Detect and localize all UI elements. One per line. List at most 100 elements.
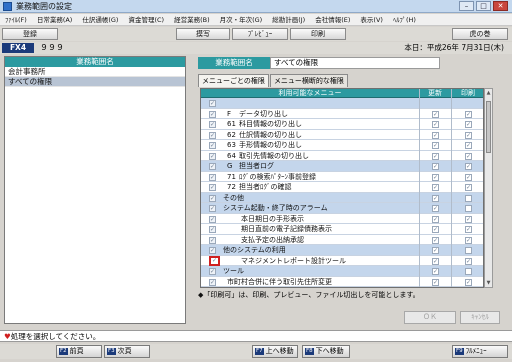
print-checkbox[interactable] bbox=[465, 205, 472, 212]
preview-button[interactable]: ﾌﾟﾚﾋﾞｭｰ bbox=[232, 28, 288, 40]
row-enable-checkbox[interactable]: ✓ bbox=[209, 278, 216, 286]
update-checkbox[interactable]: ✓ bbox=[432, 226, 439, 233]
print-checkbox[interactable]: ✓ bbox=[465, 121, 472, 128]
fkey-next-page[interactable]: F3 次頁 bbox=[104, 345, 150, 358]
print-checkbox[interactable]: ✓ bbox=[465, 131, 472, 139]
print-checkbox[interactable]: ✓ bbox=[465, 163, 472, 170]
menu-monthly[interactable]: 月次・年次(G) bbox=[215, 14, 268, 25]
print-checkbox[interactable] bbox=[465, 268, 472, 275]
permission-row[interactable]: ✓ 市町村合併に伴う取引先住所変更 ✓ ✓ bbox=[201, 276, 483, 287]
update-checkbox[interactable]: ✓ bbox=[432, 173, 439, 181]
grid-scrollbar[interactable]: ▲ ▼ bbox=[484, 88, 493, 288]
row-enable-checkbox[interactable]: ✓ bbox=[209, 236, 216, 244]
row-enable-checkbox[interactable]: ✓ bbox=[209, 110, 216, 118]
row-enable-checkbox[interactable]: ✓ bbox=[209, 255, 220, 266]
scope-item-all-permissions[interactable]: すべての権限 bbox=[5, 77, 185, 87]
print-button[interactable]: 印刷 bbox=[290, 28, 346, 40]
print-checkbox[interactable]: ✓ bbox=[465, 152, 472, 160]
fkey-full-menu[interactable]: F9 ﾌﾙﾒﾆｭｰ bbox=[452, 345, 508, 358]
row-enable-checkbox[interactable]: ✓ bbox=[209, 142, 216, 149]
menu-file[interactable]: ﾌｧｲﾙ(F) bbox=[0, 14, 32, 25]
print-checkbox[interactable]: ✓ bbox=[465, 215, 472, 223]
fkey-prev-page[interactable]: F2 前頁 bbox=[56, 345, 102, 358]
update-checkbox[interactable]: ✓ bbox=[432, 121, 439, 128]
permission-row[interactable]: ✓ その他 ✓ bbox=[201, 192, 483, 203]
row-enable-checkbox[interactable]: ✓ bbox=[209, 100, 216, 107]
row-enable-checkbox[interactable]: ✓ bbox=[209, 184, 216, 191]
menu-daily[interactable]: 日常業務(A) bbox=[32, 14, 78, 25]
row-enable-checkbox[interactable]: ✓ bbox=[209, 205, 216, 212]
permission-row[interactable]: ✓ システム起動・終了時のアラーム ✓ bbox=[201, 203, 483, 214]
transfer-button[interactable]: 摸写 bbox=[176, 28, 230, 40]
print-checkbox[interactable]: ✓ bbox=[465, 173, 472, 181]
row-enable-checkbox[interactable]: ✓ bbox=[209, 194, 216, 202]
scroll-thumb[interactable] bbox=[486, 101, 491, 153]
row-enable-checkbox[interactable]: ✓ bbox=[209, 152, 216, 160]
print-checkbox[interactable]: ✓ bbox=[465, 226, 472, 233]
update-checkbox[interactable]: ✓ bbox=[432, 268, 439, 275]
row-enable-checkbox[interactable]: ✓ bbox=[209, 268, 216, 275]
cancel-button[interactable]: ｷｬﾝｾﾙ bbox=[460, 311, 500, 324]
tab-menu-permissions[interactable]: メニューごとの権限 bbox=[198, 74, 269, 87]
close-button[interactable]: ✕ bbox=[493, 1, 508, 11]
permission-row[interactable]: ✓ F データ切り出し ✓ ✓ bbox=[201, 108, 483, 119]
print-checkbox[interactable]: ✓ bbox=[465, 142, 472, 149]
register-button[interactable]: 登録 bbox=[2, 28, 58, 40]
print-checkbox[interactable] bbox=[465, 194, 472, 202]
scope-name-field[interactable]: すべての権限 bbox=[270, 57, 440, 69]
print-checkbox[interactable] bbox=[465, 247, 472, 254]
permission-row[interactable]: ✓ 支払予定の出納承認 ✓ ✓ bbox=[201, 234, 483, 245]
menu-plan[interactable]: 総勘計画(J) bbox=[267, 14, 310, 25]
update-checkbox[interactable]: ✓ bbox=[432, 205, 439, 212]
permission-row[interactable]: ✓ 本日期日の手形表示 ✓ ✓ bbox=[201, 213, 483, 224]
scope-item-accounting-office[interactable]: 会計事務所 bbox=[5, 67, 185, 77]
update-checkbox[interactable]: ✓ bbox=[432, 236, 439, 244]
permission-row[interactable]: ✓ 期日直前の電子記録債務表示 ✓ ✓ bbox=[201, 224, 483, 235]
update-checkbox[interactable]: ✓ bbox=[432, 163, 439, 170]
permission-row[interactable]: ✓ 72 担当者ﾛｸﾞの確認 ✓ ✓ bbox=[201, 182, 483, 193]
row-enable-checkbox[interactable]: ✓ bbox=[209, 247, 216, 254]
print-checkbox[interactable]: ✓ bbox=[465, 278, 472, 286]
permission-row[interactable]: ✓ 他のシステムの利用 ✓ bbox=[201, 245, 483, 256]
print-checkbox[interactable]: ✓ bbox=[465, 257, 472, 265]
update-checkbox[interactable]: ✓ bbox=[432, 194, 439, 202]
tiger-scroll-button[interactable]: 虎の巻 bbox=[452, 28, 508, 40]
minimize-button[interactable]: – bbox=[459, 1, 474, 11]
fkey-move-up[interactable]: F7 上へ移動 bbox=[252, 345, 298, 358]
scroll-up-icon[interactable]: ▲ bbox=[485, 89, 492, 97]
row-enable-checkbox[interactable]: ✓ bbox=[209, 131, 216, 139]
permission-row[interactable]: ✓ 61 科目情報の切り出し ✓ ✓ bbox=[201, 119, 483, 130]
ok-button[interactable]: ＯＫ bbox=[404, 311, 456, 324]
permission-row[interactable]: ✓ ツール ✓ bbox=[201, 266, 483, 277]
update-checkbox[interactable]: ✓ bbox=[432, 110, 439, 118]
menu-help[interactable]: ﾍﾙﾌﾟ(H) bbox=[388, 14, 421, 25]
update-checkbox[interactable]: ✓ bbox=[432, 152, 439, 160]
update-checkbox[interactable]: ✓ bbox=[432, 142, 439, 149]
menu-journal[interactable]: 仕訳通帳(G) bbox=[77, 14, 123, 25]
permission-row[interactable]: ✓ 71 ﾛｸﾞの検索ﾊﾟﾀｰﾝ事前登録 ✓ ✓ bbox=[201, 171, 483, 182]
permission-row[interactable]: ✓ 63 手形情報の切り出し ✓ ✓ bbox=[201, 140, 483, 151]
menu-management[interactable]: 経営業務(B) bbox=[169, 14, 215, 25]
menu-company[interactable]: 会社情報(E) bbox=[310, 14, 355, 25]
update-checkbox[interactable]: ✓ bbox=[432, 257, 439, 265]
row-enable-checkbox[interactable]: ✓ bbox=[209, 121, 216, 128]
print-checkbox[interactable]: ✓ bbox=[465, 184, 472, 191]
permission-row[interactable]: ✓ bbox=[201, 98, 483, 109]
update-checkbox[interactable]: ✓ bbox=[432, 184, 439, 191]
row-enable-checkbox[interactable]: ✓ bbox=[209, 215, 216, 223]
update-checkbox[interactable]: ✓ bbox=[432, 247, 439, 254]
update-checkbox[interactable]: ✓ bbox=[432, 215, 439, 223]
permission-row[interactable]: ✓ G 担当者ログ ✓ ✓ bbox=[201, 161, 483, 172]
update-checkbox[interactable]: ✓ bbox=[432, 278, 439, 286]
row-enable-checkbox[interactable]: ✓ bbox=[209, 173, 216, 181]
permission-row[interactable]: ✓ マネジメントレポート設計ツール ✓ ✓ bbox=[201, 255, 483, 266]
fkey-move-down[interactable]: F8 下へ移動 bbox=[302, 345, 350, 358]
print-checkbox[interactable]: ✓ bbox=[465, 236, 472, 244]
tab-cross-menu-permissions[interactable]: メニュー横断的な権限 bbox=[269, 74, 348, 87]
scroll-down-icon[interactable]: ▼ bbox=[485, 279, 492, 287]
permission-row[interactable]: ✓ 64 取引先情報の切り出し ✓ ✓ bbox=[201, 150, 483, 161]
permission-row[interactable]: ✓ 62 仕訳情報の切り出し ✓ ✓ bbox=[201, 129, 483, 140]
menu-funds[interactable]: 資金管理(C) bbox=[123, 14, 169, 25]
update-checkbox[interactable]: ✓ bbox=[432, 131, 439, 139]
row-enable-checkbox[interactable]: ✓ bbox=[209, 163, 216, 170]
